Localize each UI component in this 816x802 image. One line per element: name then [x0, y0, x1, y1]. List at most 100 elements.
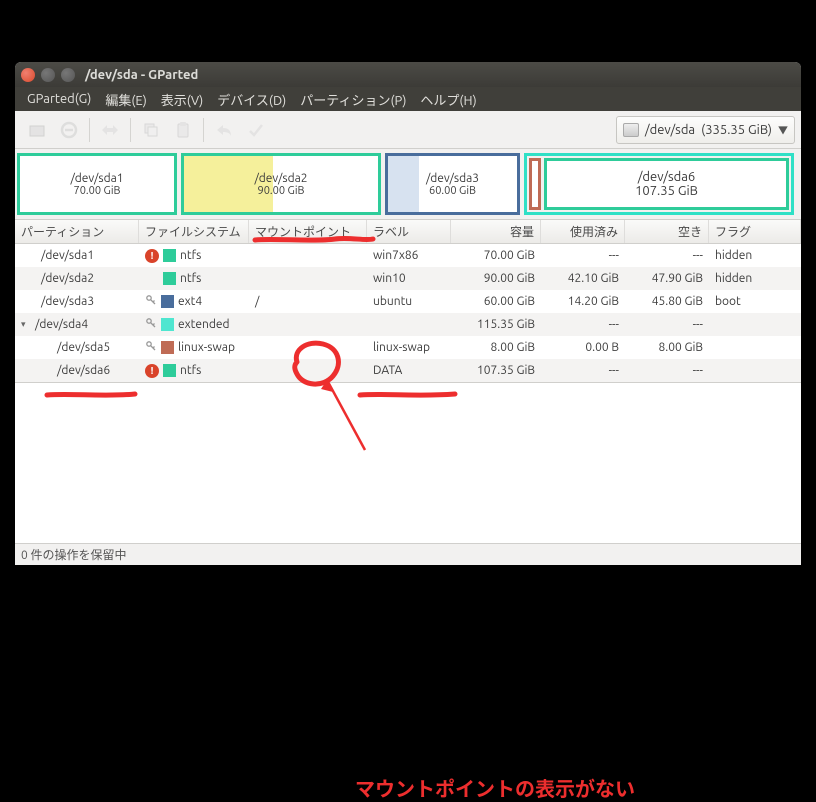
- chevron-down-icon: ▼: [778, 122, 788, 137]
- cell-flags: [709, 313, 801, 336]
- partition-name: /dev/sda1: [35, 249, 94, 262]
- cell-label: ubuntu: [367, 290, 451, 313]
- graph-sda6-name: /dev/sda6: [638, 170, 696, 184]
- graph-sda1[interactable]: /dev/sda1 70.00 GiB: [17, 153, 177, 215]
- cell-filesystem: linux-swap: [139, 336, 249, 359]
- cell-partition: ▾/dev/sda4: [15, 313, 139, 336]
- disk-icon: [623, 123, 639, 137]
- th-used[interactable]: 使用済み: [541, 220, 625, 243]
- cell-free: ---: [625, 313, 709, 336]
- separator: [130, 118, 131, 142]
- apply-icon: [240, 116, 272, 144]
- cell-free: 47.90 GiB: [625, 267, 709, 290]
- cell-size: 107.35 GiB: [451, 359, 541, 382]
- expander-icon[interactable]: ▾: [21, 319, 31, 330]
- cell-partition: /dev/sda5: [15, 336, 139, 359]
- cell-filesystem: ntfs: [139, 267, 249, 290]
- fs-swatch: [161, 318, 174, 331]
- th-label[interactable]: ラベル: [367, 220, 451, 243]
- table-body: /dev/sda1!ntfswin7x8670.00 GiB------hidd…: [15, 244, 801, 382]
- th-free[interactable]: 空き: [625, 220, 709, 243]
- cell-used: ---: [541, 359, 625, 382]
- cell-mount: [249, 336, 367, 359]
- cell-used: ---: [541, 313, 625, 336]
- table-row[interactable]: /dev/sda3ext4/ubuntu60.00 GiB14.20 GiB45…: [15, 290, 801, 313]
- copy-icon: [135, 116, 167, 144]
- cell-label: win7x86: [367, 244, 451, 267]
- device-selector[interactable]: /dev/sda (335.35 GiB) ▼: [616, 116, 795, 144]
- maximize-icon[interactable]: [61, 68, 75, 82]
- cell-partition: /dev/sda3: [15, 290, 139, 313]
- fs-swatch: [163, 364, 176, 377]
- menu-view[interactable]: 表示(V): [155, 88, 209, 111]
- menu-device[interactable]: デバイス(D): [211, 88, 292, 111]
- cell-free: 8.00 GiB: [625, 336, 709, 359]
- table-row[interactable]: /dev/sda1!ntfswin7x8670.00 GiB------hidd…: [15, 244, 801, 267]
- close-icon[interactable]: [21, 68, 35, 82]
- graph-sda5[interactable]: [529, 158, 541, 210]
- cell-free: ---: [625, 244, 709, 267]
- titlebar[interactable]: /dev/sda - GParted: [15, 62, 801, 87]
- menu-help[interactable]: ヘルプ(H): [414, 88, 482, 111]
- fs-name: ntfs: [180, 249, 201, 262]
- partition-table: パーティション ファイルシステム マウントポイント ラベル 容量 使用済み 空き…: [15, 219, 801, 383]
- cell-filesystem: ext4: [139, 290, 249, 313]
- th-mountpoint[interactable]: マウントポイント: [249, 220, 367, 243]
- menu-gparted[interactable]: GParted(G): [21, 90, 97, 108]
- menu-partition[interactable]: パーティション(P): [294, 88, 412, 111]
- fs-swatch: [161, 341, 174, 354]
- graph-sda6-size: 107.35 GiB: [635, 184, 698, 198]
- statusbar: 0 件の操作を保留中: [15, 543, 801, 565]
- th-flags[interactable]: フラグ: [709, 220, 801, 243]
- delete-icon: [53, 116, 85, 144]
- graph-sda1-size: 70.00 GiB: [70, 185, 123, 197]
- cell-filesystem: !ntfs: [139, 359, 249, 382]
- cell-free: 45.80 GiB: [625, 290, 709, 313]
- menubar: GParted(G) 編集(E) 表示(V) デバイス(D) パーティション(P…: [15, 87, 801, 111]
- table-header: パーティション ファイルシステム マウントポイント ラベル 容量 使用済み 空き…: [15, 220, 801, 244]
- cell-label: DATA: [367, 359, 451, 382]
- separator: [203, 118, 204, 142]
- graph-sda2[interactable]: /dev/sda2 90.00 GiB: [181, 153, 381, 215]
- undo-icon: [208, 116, 240, 144]
- status-text: 0 件の操作を保留中: [21, 546, 127, 563]
- table-row[interactable]: /dev/sda6!ntfsDATA107.35 GiB------: [15, 359, 801, 382]
- th-partition[interactable]: パーティション: [15, 220, 139, 243]
- fs-swatch: [163, 272, 176, 285]
- fs-name: ext4: [178, 295, 202, 308]
- fs-swatch: [163, 249, 176, 262]
- graph-sda3-size: 60.00 GiB: [426, 185, 479, 197]
- toolbar: /dev/sda (335.35 GiB) ▼: [15, 111, 801, 149]
- minimize-icon[interactable]: [41, 68, 55, 82]
- cell-used: 42.10 GiB: [541, 267, 625, 290]
- th-filesystem[interactable]: ファイルシステム: [139, 220, 249, 243]
- device-size: (335.35 GiB): [701, 123, 772, 137]
- graph-sda3[interactable]: /dev/sda3 60.00 GiB: [385, 153, 520, 215]
- table-row[interactable]: ▾/dev/sda4extended115.35 GiB------: [15, 313, 801, 336]
- partition-name: /dev/sda2: [35, 272, 94, 285]
- key-icon: [145, 317, 157, 332]
- table-row[interactable]: /dev/sda2ntfswin1090.00 GiB42.10 GiB47.9…: [15, 267, 801, 290]
- cell-mount: [249, 359, 367, 382]
- graph-sda6[interactable]: /dev/sda6 107.35 GiB: [544, 158, 789, 210]
- partition-name: /dev/sda5: [35, 341, 110, 354]
- th-size[interactable]: 容量: [451, 220, 541, 243]
- gparted-window: /dev/sda - GParted GParted(G) 編集(E) 表示(V…: [15, 62, 801, 565]
- graph-sda2-size: 90.00 GiB: [254, 185, 307, 197]
- table-row[interactable]: /dev/sda5linux-swaplinux-swap8.00 GiB0.0…: [15, 336, 801, 359]
- cell-size: 115.35 GiB: [451, 313, 541, 336]
- cell-flags: [709, 359, 801, 382]
- graph-sda2-name: /dev/sda2: [254, 172, 307, 185]
- key-icon: [145, 340, 157, 355]
- graph-sda4-extended[interactable]: /dev/sda6 107.35 GiB: [524, 153, 794, 215]
- cell-flags: hidden: [709, 244, 801, 267]
- cell-used: ---: [541, 244, 625, 267]
- fs-name: ntfs: [180, 272, 201, 285]
- graph-sda1-name: /dev/sda1: [70, 172, 123, 185]
- partition-name: /dev/sda6: [35, 364, 110, 377]
- cell-filesystem: !ntfs: [139, 244, 249, 267]
- cell-free: ---: [625, 359, 709, 382]
- cell-label: [367, 313, 451, 336]
- cell-size: 70.00 GiB: [451, 244, 541, 267]
- menu-edit[interactable]: 編集(E): [99, 88, 152, 111]
